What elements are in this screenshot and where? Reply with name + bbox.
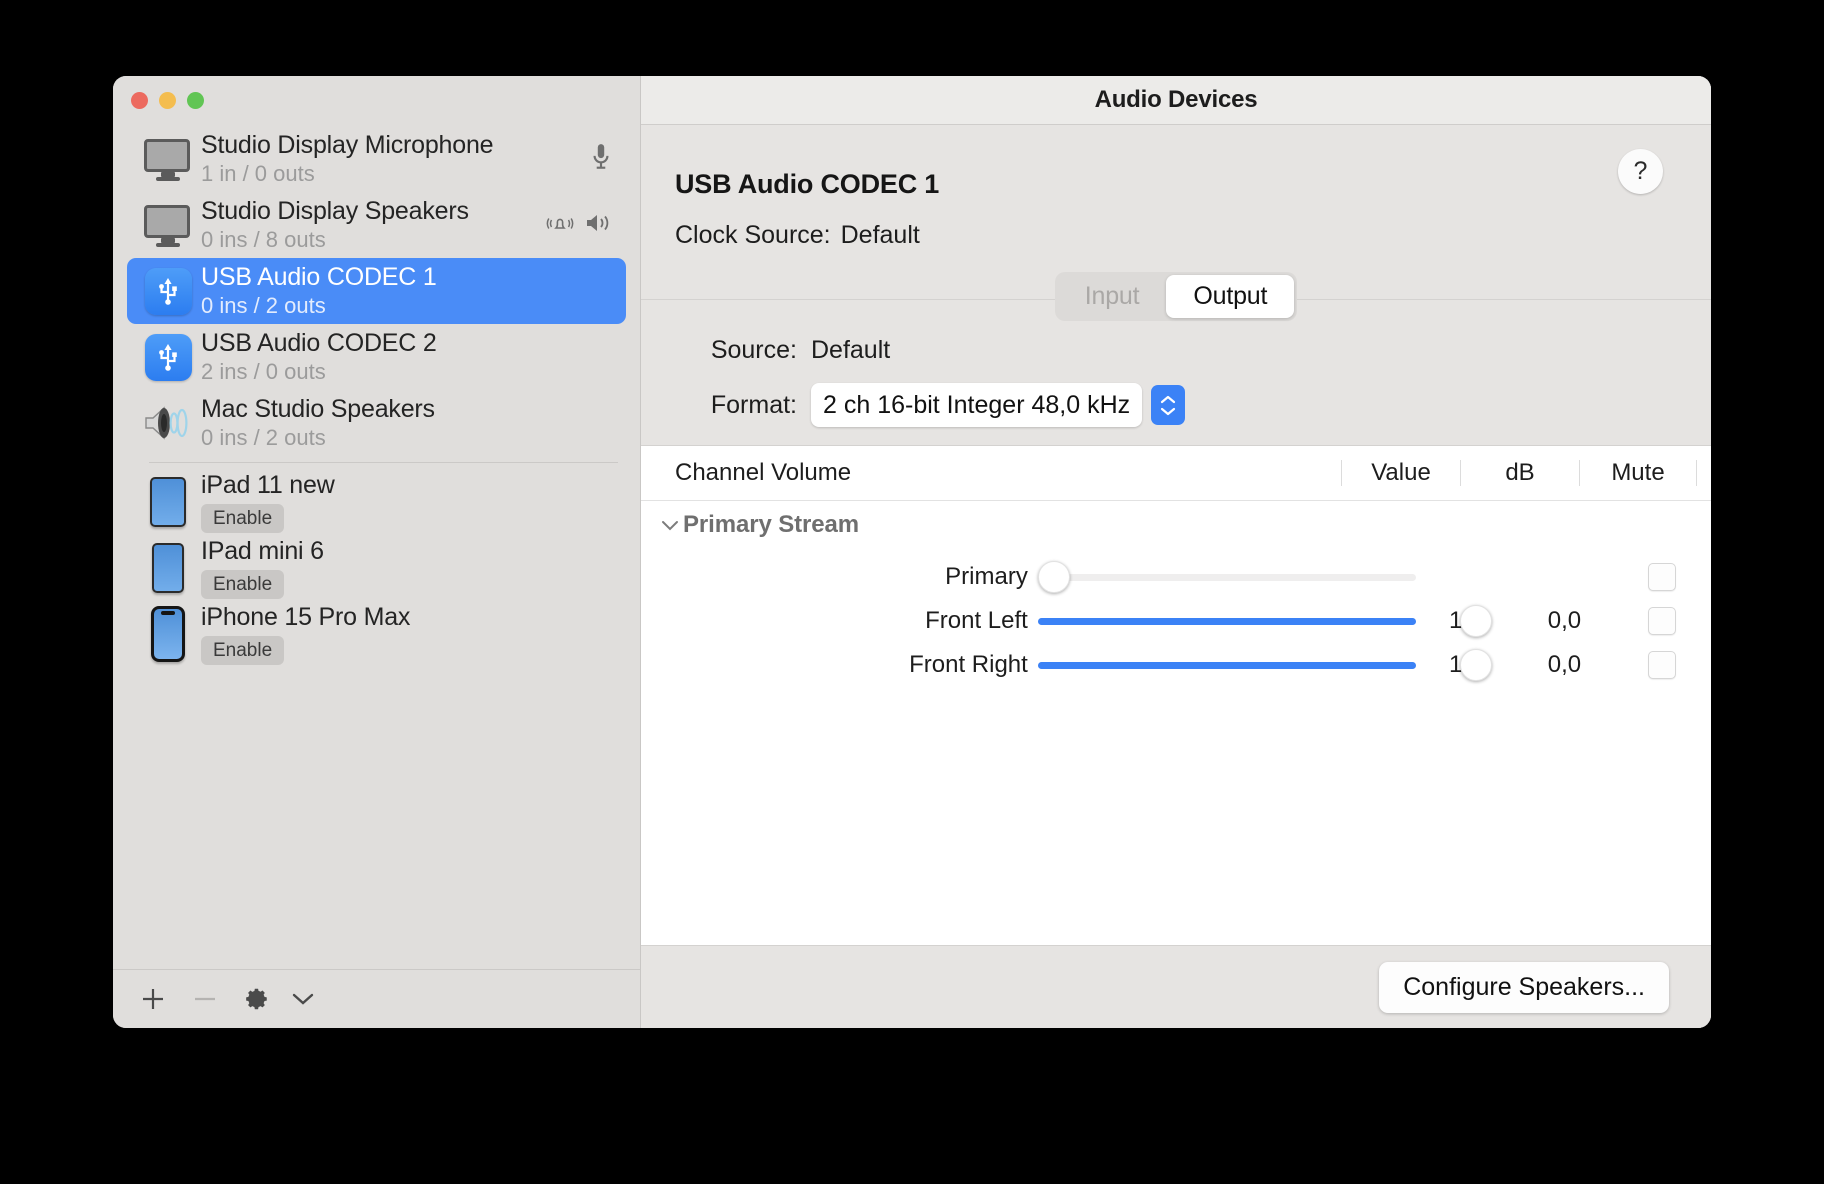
device-list: Studio Display Microphone 1 in / 0 outs …: [113, 124, 640, 969]
device-header: USB Audio CODEC 1 Clock Source: Default ?: [641, 125, 1711, 250]
column-channel-volume: Channel Volume: [675, 459, 852, 486]
microphone-icon: [588, 142, 614, 177]
add-device-button[interactable]: [127, 976, 179, 1022]
table-row: Front Left 1,0 0,0: [641, 603, 1711, 639]
source-label: Source:: [710, 336, 797, 364]
device-name: USB Audio CODEC 1: [201, 263, 437, 292]
device-channels: 0 ins / 2 outs: [201, 293, 326, 319]
clock-source-row: Clock Source: Default: [675, 221, 1711, 250]
format-value: 2 ch 16-bit Integer 48,0 kHz: [823, 390, 1131, 419]
chevron-down-icon[interactable]: [283, 976, 323, 1022]
display-icon: [135, 139, 201, 181]
device-name: Mac Studio Speakers: [201, 395, 435, 424]
channel-db: 0,0: [1547, 607, 1582, 634]
device-row-studio-display-speakers[interactable]: Studio Display Speakers 0 ins / 8 outs: [127, 192, 626, 258]
device-row-studio-display-microphone[interactable]: Studio Display Microphone 1 in / 0 outs: [127, 126, 626, 192]
mute-checkbox[interactable]: [1648, 651, 1677, 679]
device-name: Studio Display Speakers: [201, 197, 469, 226]
window-controls: [113, 76, 640, 124]
device-row-iphone-15-pro-max[interactable]: iPhone 15 Pro Max Enable: [127, 601, 626, 667]
page-title: Audio Devices: [1094, 86, 1258, 113]
mute-checkbox[interactable]: [1648, 563, 1677, 591]
usb-icon: [135, 267, 201, 315]
window-titlebar: Audio Devices: [641, 76, 1711, 125]
alert-bell-icon: [546, 211, 574, 240]
column-mute: Mute: [1579, 460, 1696, 486]
enable-button[interactable]: Enable: [201, 503, 285, 534]
detail-pane: Audio Devices USB Audio CODEC 1 Clock So…: [641, 76, 1711, 1028]
device-name: USB Audio CODEC 2: [201, 329, 437, 358]
device-name: iPad 11 new: [201, 470, 335, 499]
tab-input[interactable]: Input: [1058, 275, 1167, 318]
device-title: USB Audio CODEC 1: [675, 169, 940, 199]
device-row-mac-studio-speakers[interactable]: Mac Studio Speakers 0 ins / 2 outs: [127, 390, 626, 456]
channel-label: Primary: [945, 563, 1028, 590]
device-name: Studio Display Microphone: [201, 131, 494, 160]
mute-cell: [1614, 563, 1711, 591]
device-row-ipad-mini-6[interactable]: IPad mini 6 Enable: [127, 535, 626, 601]
channel-volume-table: Channel Volume Value dB Mute Primary Str…: [641, 445, 1711, 945]
format-label: Format:: [710, 390, 797, 419]
mute-checkbox[interactable]: [1648, 607, 1677, 635]
column-db: dB: [1460, 460, 1579, 486]
format-row: Format: 2 ch 16-bit Integer 48,0 kHz: [675, 383, 1711, 427]
mute-cell: [1614, 651, 1711, 679]
front-left-volume-slider[interactable]: [1037, 605, 1492, 637]
usb-icon: [135, 333, 201, 381]
device-row-ipad-11-new[interactable]: iPad 11 new Enable: [127, 469, 626, 535]
speaker-icon: [584, 211, 614, 240]
format-select[interactable]: 2 ch 16-bit Integer 48,0 kHz: [811, 383, 1143, 427]
device-channels: 0 ins / 2 outs: [201, 425, 326, 451]
device-name: iPhone 15 Pro Max: [201, 602, 411, 631]
stream-group-row[interactable]: Primary Stream: [641, 501, 1711, 549]
device-row-usb-audio-codec-2[interactable]: USB Audio CODEC 2 2 ins / 0 outs: [127, 324, 626, 390]
format-stepper[interactable]: [1151, 385, 1186, 425]
detail-footer: Configure Speakers...: [641, 945, 1711, 1028]
enable-button[interactable]: Enable: [201, 635, 285, 666]
front-right-volume-slider[interactable]: [1037, 649, 1492, 681]
device-channels: 0 ins / 8 outs: [201, 227, 326, 253]
help-button[interactable]: ?: [1618, 149, 1663, 194]
sidebar-toolbar: [113, 969, 640, 1028]
mute-cell: [1614, 607, 1711, 635]
channel-label: Front Right: [909, 651, 1028, 678]
clock-source-label: Clock Source:: [675, 221, 831, 249]
device-badges: [546, 211, 618, 240]
table-header: Channel Volume Value dB Mute: [641, 446, 1711, 501]
ipad-icon: [135, 543, 201, 593]
column-end-spacer: [1696, 460, 1711, 486]
configure-speakers-button[interactable]: Configure Speakers...: [1379, 961, 1669, 1013]
primary-volume-slider[interactable]: [1037, 561, 1417, 593]
gear-icon[interactable]: [231, 976, 283, 1022]
remove-device-button[interactable]: [179, 976, 231, 1022]
tab-output[interactable]: Output: [1166, 275, 1295, 318]
clock-source-value[interactable]: Default: [841, 221, 920, 249]
list-divider: [149, 462, 618, 463]
channel-db: 0,0: [1547, 651, 1582, 678]
stream-group-label: Primary Stream: [683, 511, 860, 538]
close-button[interactable]: [131, 91, 148, 109]
chevron-down-icon[interactable]: [657, 520, 683, 531]
ipad-icon: [135, 477, 201, 527]
device-row-usb-audio-codec-1[interactable]: USB Audio CODEC 1 0 ins / 2 outs: [127, 258, 626, 324]
device-channels: 1 in / 0 outs: [201, 161, 315, 187]
table-row: Primary: [641, 559, 1711, 595]
speaker-waves-icon: [135, 401, 201, 445]
device-channels: 2 ins / 0 outs: [201, 359, 326, 385]
audio-devices-window: Studio Display Microphone 1 in / 0 outs …: [113, 76, 1711, 1028]
device-badges: [588, 142, 618, 177]
minimize-button[interactable]: [159, 91, 176, 109]
zoom-button[interactable]: [187, 91, 204, 109]
channel-label: Front Left: [925, 607, 1028, 634]
device-name: IPad mini 6: [201, 536, 324, 565]
source-value[interactable]: Default: [811, 336, 890, 365]
column-value: Value: [1341, 460, 1460, 486]
table-row: Front Right 1,0 0,0: [641, 647, 1711, 683]
device-sidebar: Studio Display Microphone 1 in / 0 outs …: [113, 76, 641, 1028]
source-row: Source: Default: [675, 336, 1711, 365]
enable-button[interactable]: Enable: [201, 569, 285, 600]
display-icon: [135, 205, 201, 247]
iphone-icon: [135, 606, 201, 662]
